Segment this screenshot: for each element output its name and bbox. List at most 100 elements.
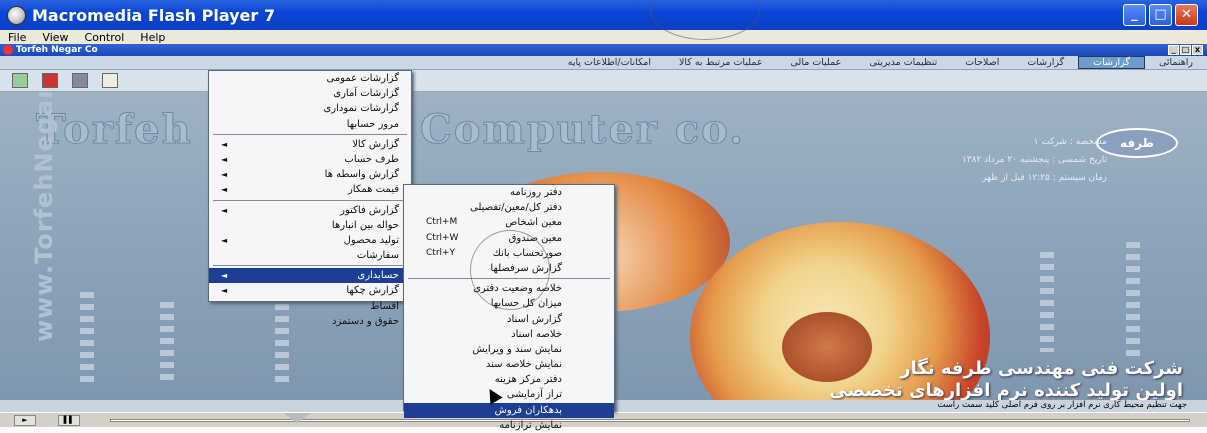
menu-shortcut: Ctrl+Y [426,247,456,258]
inner-maximize-button[interactable]: □ [1180,45,1191,55]
menu-item-label: معين اشخاص [505,217,562,229]
menu-view[interactable]: View [34,31,76,44]
submenu-arrow-icon: ◄ [221,185,228,195]
menu-item-label: دفتر روزنامه [510,187,562,198]
app-menu-bar: راهنمائى گزارشات گزارشات اصلاحات تنظيمات… [0,56,1207,70]
menu-item-label: حسابدارى [357,270,399,282]
menu-item-label: سفارشات [356,250,399,262]
menu-item-label: حواله بين انبارها [331,219,399,231]
minimize-button[interactable]: _ [1123,4,1146,26]
menu1-item[interactable]: حواله بين انبارها [209,218,411,233]
info-company: مشخصه : شركت ۱ [1033,137,1107,147]
menu2-item[interactable]: دفتر كل/معين/تفصيلى [404,200,614,215]
inner-minimize-button[interactable]: _ [1168,45,1179,55]
menu-item-label: بدهكاران فروش [494,404,562,416]
window-title: Macromedia Flash Player 7 [32,5,275,25]
menu2-item[interactable]: بدهكاران فروش [404,402,614,418]
info-date: تاريخ شمسى : پنجشنبه ۲۰ مرداد ۱۳۸۲ [961,155,1107,165]
menu1-item[interactable]: گزارش كالا ◄ [209,137,411,152]
menu-control[interactable]: Control [77,31,133,44]
menu-item-label: خلاصه اسناد [511,328,562,340]
menu1-item[interactable]: توليد محصول ◄ [209,233,411,248]
slogan-1: شركت فنى مهندسى طرفه نگار [900,358,1183,379]
menu-shortcut: Ctrl+M [426,217,458,228]
menu-separator [213,199,407,201]
submenu-arrow-icon: ◄ [221,271,228,281]
menu-shortcut: Ctrl+W [426,232,459,243]
menu1-item[interactable]: گزارش واسطه ها ◄ [209,167,411,182]
close-button[interactable]: ✕ [1175,4,1198,26]
menu1-item[interactable]: گزارش چكها ◄ [209,283,411,298]
menu2-item[interactable]: دفتر روزنامه [404,185,614,200]
company-name-right: Computer co. [419,106,746,154]
calc-icon[interactable] [12,73,28,88]
pause-button[interactable]: ▌▌ [58,415,80,426]
menu1-item[interactable]: گزارشات عمومى [209,71,411,86]
menu-item-label: نمايش ترازنامه [499,419,562,431]
menu1-item[interactable]: قيمت همكار ◄ [209,182,411,197]
menu1-item[interactable]: گزارشات آمارى [209,86,411,101]
app-menu-reports-2[interactable]: گزارشات [1013,57,1078,68]
menu1-item[interactable]: طرف حساب ◄ [209,152,411,167]
menu-item-label: تراز آزمايشى [506,389,562,401]
menu-item-label: اقساط [370,300,399,312]
menu-item-label: طرف حساب [344,153,399,165]
document-icon[interactable] [102,73,118,88]
menu1-item[interactable]: سفارشات [209,248,411,263]
menu-item-label: حقوق و دستمزد [332,315,399,327]
menu2-item[interactable]: نمايش ترازنامه [404,418,614,433]
menu-bar: File View Control Help [0,30,1207,44]
submenu-arrow-icon: ◄ [221,154,228,164]
decor-bars [1126,242,1140,362]
toolbar [0,70,1207,92]
menu-item-label: گزارش كالا [352,138,399,150]
company-logo: طرفه [1096,128,1178,158]
flash-player-window: Macromedia Flash Player 7 _ □ ✕ File Vie… [0,0,1207,431]
phone-icon[interactable] [42,73,58,88]
app-menu-admin[interactable]: تنظيمات مديريتى [855,57,951,68]
save-icon[interactable] [72,73,88,88]
submenu-arrow-icon: ◄ [221,170,228,180]
menu1-item[interactable]: مرور حسابها [209,117,411,132]
app-icon [3,45,13,55]
menu2-item[interactable]: معين اشخاص Ctrl+M [404,215,614,230]
app-menu-finance[interactable]: عمليات مالى [777,57,856,68]
menu-help[interactable]: Help [132,31,173,44]
inner-close-button[interactable]: x [1192,45,1203,55]
menu1-item[interactable]: اقساط [209,299,411,314]
menu-item-label: گزارش واسطه ها [324,169,399,181]
menu2-item[interactable]: نمايش خلاصه سند [404,357,614,372]
submenu-arrow-icon: ◄ [221,235,228,245]
menu-item-label: نمايش سند و ويرايش [472,343,562,355]
website-vertical: www.TorfehNegar.com [30,92,58,342]
menu2-item[interactable]: تراز آزمايشى [404,387,614,402]
menu-item-label: گزارشات نمودارى [323,103,399,115]
app-menu-corrections[interactable]: اصلاحات [951,57,1013,68]
menu2-item[interactable]: خلاصه اسناد [404,327,614,342]
play-button[interactable]: ► [14,415,36,426]
submenu-arrow-icon: ◄ [221,139,228,149]
menu-file[interactable]: File [0,31,34,44]
decor-bars [160,302,174,382]
info-time: زمان سيستم : ۱۲:۲۵ قبل از ظهر [981,173,1107,183]
app-menu-goods[interactable]: عمليات مرتبط به كالا [665,57,777,68]
seek-thumb[interactable] [283,413,311,423]
menu1-item[interactable]: گزارش فاكتور ◄ [209,203,411,218]
slogan-2: اولين توليد كننده نرم افزارهاى تخصصى [829,380,1183,401]
app-menu-reports[interactable]: گزارشات [1078,56,1145,69]
decor-bars [80,292,94,382]
app-menu-basic[interactable]: امكانات/اطلاعات پايه [554,57,665,68]
menu2-item[interactable]: دفتر مركز هزينه [404,372,614,387]
menu1-item[interactable]: حقوق و دستمزد [209,314,411,329]
menu-item-label: گزارش چكها [346,285,399,297]
app-menu-help[interactable]: راهنمائى [1145,57,1207,68]
watermark [470,230,550,310]
maximize-button[interactable]: □ [1149,4,1172,26]
inner-title-bar: Torfeh Negar Co _ □ x [0,44,1207,56]
menu2-item[interactable]: گزارش اسناد [404,312,614,327]
menu1-item[interactable]: حسابدارى ◄ [209,268,411,284]
menu2-item[interactable]: نمايش سند و ويرايش [404,342,614,357]
seek-bar[interactable] [110,419,1190,422]
menu-item-label: دفتر كل/معين/تفصيلى [469,202,562,214]
menu1-item[interactable]: گزارشات نمودارى [209,101,411,116]
